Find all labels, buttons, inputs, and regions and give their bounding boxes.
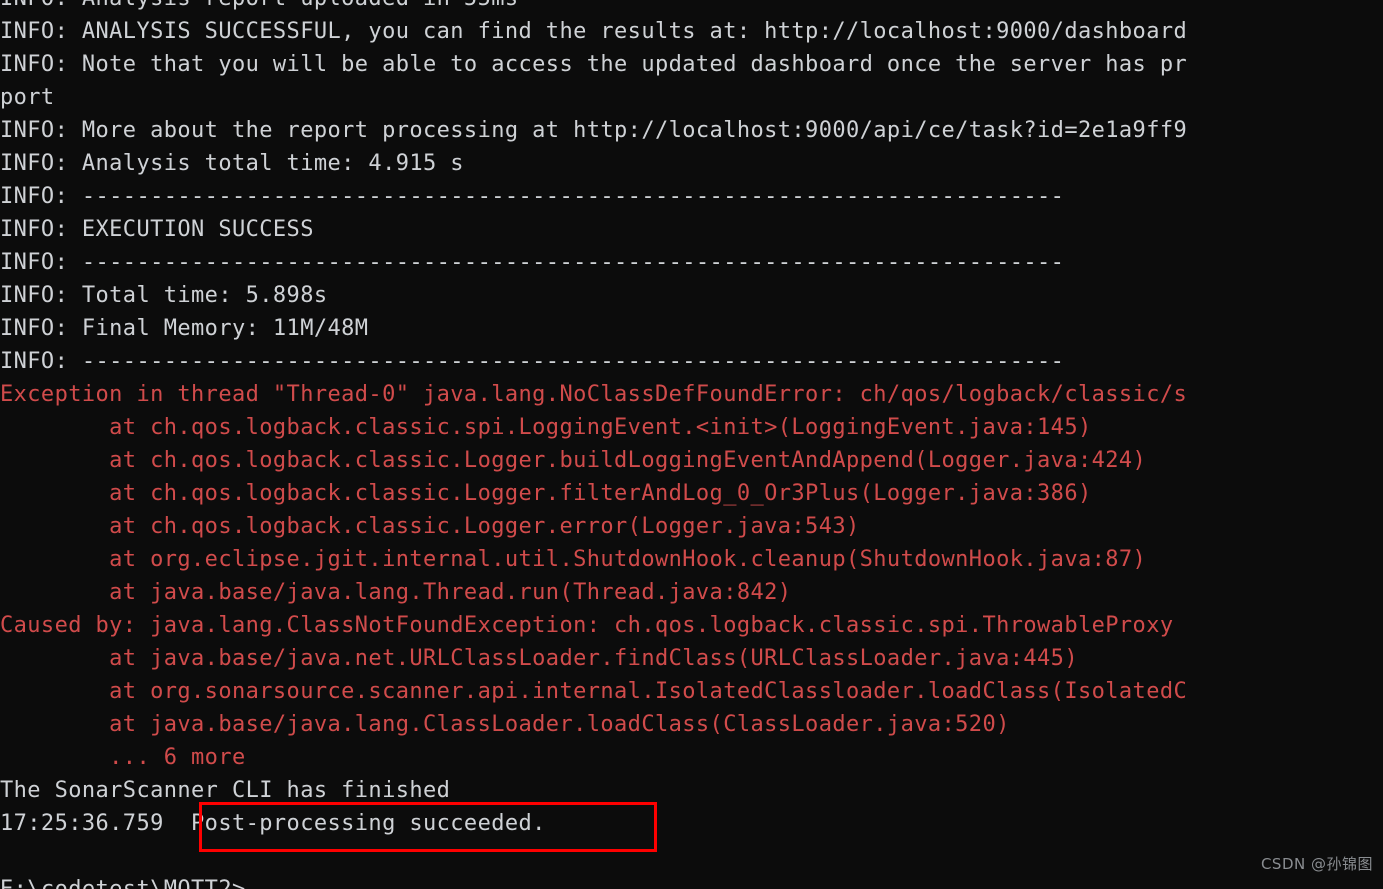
console-line: at ch.qos.logback.classic.Logger.filterA… bbox=[0, 481, 1092, 506]
console-line: 17:25:36.759 Post-processing succeeded. bbox=[0, 811, 546, 836]
console-line: port bbox=[0, 85, 55, 110]
console-line: E:\codetest\MQTT2> bbox=[0, 873, 1383, 889]
console-line: INFO: ----------------------------------… bbox=[0, 250, 1065, 275]
console-line: INFO: Final Memory: 11M/48M bbox=[0, 316, 369, 341]
watermark-label: CSDN @孙锦图 bbox=[1260, 855, 1373, 873]
console-line: at ch.qos.logback.classic.Logger.buildLo… bbox=[0, 448, 1147, 473]
console-line: INFO: Analysis report uploaded in 55ms bbox=[0, 0, 1383, 15]
terminal-window[interactable]: INFO: Analysis report uploaded in 55ms IN… bbox=[0, 0, 1383, 889]
console-line: INFO: More about the report processing a… bbox=[0, 118, 1188, 143]
console-line: INFO: ANALYSIS SUCCESSFUL, you can find … bbox=[0, 19, 1188, 44]
console-line: at java.base/java.lang.ClassLoader.loadC… bbox=[0, 712, 1010, 737]
console-line: at java.base/java.net.URLClassLoader.fin… bbox=[0, 646, 1078, 671]
console-line: INFO: EXECUTION SUCCESS bbox=[0, 217, 314, 242]
console-line: Caused by: java.lang.ClassNotFoundExcept… bbox=[0, 613, 1174, 638]
console-line: INFO: ----------------------------------… bbox=[0, 349, 1065, 374]
console-line: INFO: Total time: 5.898s bbox=[0, 283, 328, 308]
console-line: at ch.qos.logback.classic.spi.LoggingEve… bbox=[0, 415, 1092, 440]
console-line: at ch.qos.logback.classic.Logger.error(L… bbox=[0, 514, 860, 539]
console-line: INFO: Note that you will be able to acce… bbox=[0, 52, 1188, 77]
console-line: at java.base/java.lang.Thread.run(Thread… bbox=[0, 580, 792, 605]
console-line: ... 6 more bbox=[0, 745, 246, 770]
console-line: Exception in thread "Thread-0" java.lang… bbox=[0, 382, 1188, 407]
console-line: at org.eclipse.jgit.internal.util.Shutdo… bbox=[0, 547, 1147, 572]
console-line: at org.sonarsource.scanner.api.internal.… bbox=[0, 679, 1188, 704]
console-line: INFO: Analysis total time: 4.915 s bbox=[0, 151, 464, 176]
console-line: INFO: ----------------------------------… bbox=[0, 184, 1065, 209]
console-line: The SonarScanner CLI has finished bbox=[0, 778, 451, 803]
console-output: INFO: Analysis report uploaded in 55ms IN… bbox=[0, 0, 1383, 889]
